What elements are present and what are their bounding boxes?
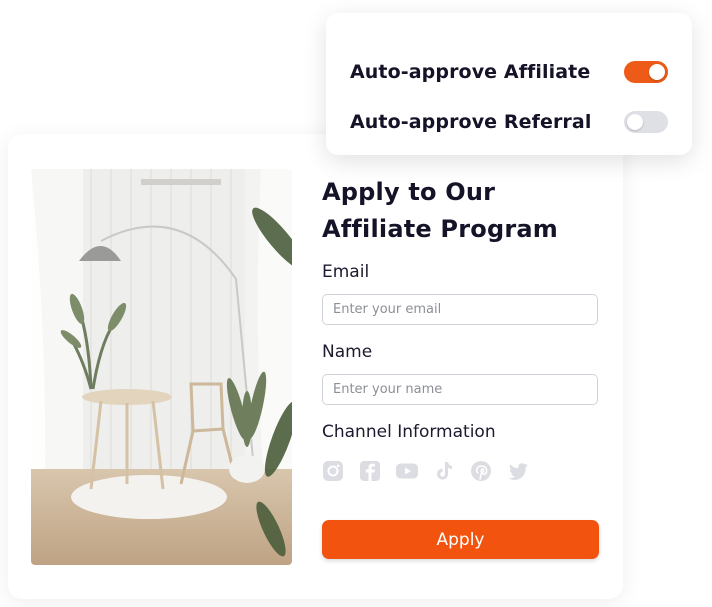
apply-button[interactable]: Apply (322, 520, 599, 559)
tiktok-icon[interactable] (433, 460, 455, 482)
channel-information-label: Channel Information (322, 422, 496, 442)
youtube-icon[interactable] (396, 460, 418, 482)
toggle-knob (649, 64, 665, 80)
form-title: Apply to Our Affiliate Program (322, 178, 558, 243)
email-label: Email (322, 262, 370, 282)
auto-approve-settings-panel: Auto-approve Affiliate Auto-approve Refe… (326, 13, 692, 155)
auto-approve-affiliate-label: Auto-approve Affiliate (350, 61, 591, 83)
affiliate-form: Apply to Our Affiliate Program Email Nam… (322, 174, 600, 559)
channel-icons (322, 460, 529, 482)
auto-approve-referral-label: Auto-approve Referral (350, 111, 592, 133)
pinterest-icon[interactable] (470, 460, 492, 482)
name-field[interactable] (322, 374, 598, 405)
auto-approve-referral-row: Auto-approve Referral (350, 108, 668, 136)
instagram-icon[interactable] (322, 460, 344, 482)
name-label: Name (322, 342, 373, 362)
facebook-icon[interactable] (359, 460, 381, 482)
toggle-knob (627, 114, 643, 130)
twitter-icon[interactable] (507, 460, 529, 482)
interior-photo (31, 169, 292, 565)
auto-approve-affiliate-toggle[interactable] (624, 61, 668, 83)
email-field[interactable] (322, 294, 598, 325)
auto-approve-affiliate-row: Auto-approve Affiliate (350, 58, 668, 86)
auto-approve-referral-toggle[interactable] (624, 111, 668, 133)
